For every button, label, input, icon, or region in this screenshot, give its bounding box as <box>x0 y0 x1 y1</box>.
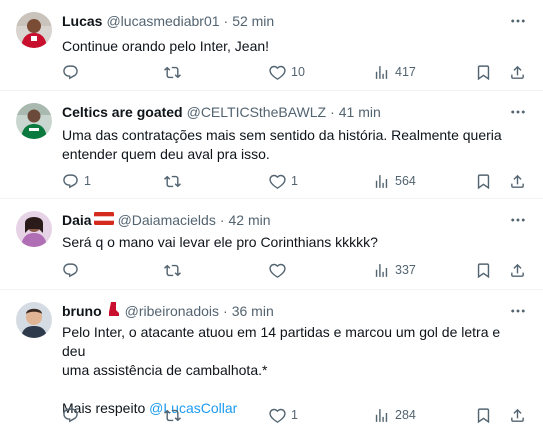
views-icon <box>373 64 390 81</box>
retweet-icon <box>164 64 181 81</box>
views-icon <box>373 262 390 279</box>
tweet-text: Será q o mano vai levar ele pro Corinthi… <box>62 234 378 250</box>
like-button[interactable] <box>269 260 291 280</box>
reply-icon <box>62 64 79 81</box>
share-icon <box>509 64 526 81</box>
retweet-icon <box>164 262 181 279</box>
user-handle[interactable]: @CELTICStheBAWLZ <box>187 103 326 121</box>
user-handle[interactable]: @ribeironadois <box>125 302 219 320</box>
timestamp[interactable]: 36 min <box>232 302 274 320</box>
retweet-button[interactable] <box>164 62 186 82</box>
retweet-icon <box>164 407 181 424</box>
like-icon <box>269 407 286 424</box>
views-count: 284 <box>395 408 416 422</box>
views-icon <box>373 407 390 424</box>
like-button[interactable]: 1 <box>269 405 298 425</box>
share-button[interactable] <box>509 260 526 280</box>
tweet-text: Uma das contratações mais sem sentido da… <box>62 126 521 164</box>
more-icon[interactable] <box>509 103 527 121</box>
bookmark-button[interactable] <box>475 171 492 191</box>
like-count: 1 <box>291 408 298 422</box>
display-name[interactable]: Celtics are goated <box>62 103 183 121</box>
reply-button[interactable] <box>62 405 84 425</box>
views-button[interactable]: 564 <box>373 171 416 191</box>
share-icon <box>509 262 526 279</box>
like-icon <box>269 262 286 279</box>
tweet-text-line: Pelo Inter, o atacante atuou em 14 parti… <box>62 324 501 359</box>
views-count: 337 <box>395 263 416 277</box>
retweet-button[interactable] <box>164 260 186 280</box>
reply-icon <box>62 173 79 190</box>
bookmark-icon <box>475 64 492 81</box>
display-name[interactable]: Daia <box>62 211 92 229</box>
avatar[interactable] <box>16 12 52 48</box>
timestamp[interactable]: 42 min <box>229 211 271 229</box>
tweet[interactable]: Celtics are goated @CELTICStheBAWLZ · 41… <box>0 91 543 199</box>
tweet[interactable]: Daia @Daiamacields · 42 min Será q o man… <box>0 199 543 290</box>
more-icon[interactable] <box>509 302 527 320</box>
bookmark-icon <box>475 173 492 190</box>
separator-dot: · <box>219 212 225 228</box>
retweet-button[interactable] <box>164 171 186 191</box>
views-button[interactable]: 284 <box>373 405 416 425</box>
reply-button[interactable] <box>62 62 84 82</box>
share-button[interactable] <box>509 62 526 82</box>
tweet-text: Pelo Inter, o atacante atuou em 14 parti… <box>62 323 521 418</box>
like-icon <box>269 64 286 81</box>
reply-icon <box>62 262 79 279</box>
separator-dot: · <box>330 104 335 120</box>
like-button[interactable]: 1 <box>269 171 298 191</box>
flag-icon <box>93 211 114 229</box>
share-icon <box>509 173 526 190</box>
reply-count: 1 <box>84 174 91 188</box>
like-icon <box>269 173 286 190</box>
bookmark-icon <box>475 262 492 279</box>
display-name[interactable]: bruno <box>62 302 102 320</box>
reply-button[interactable] <box>62 260 84 280</box>
display-name[interactable]: Lucas <box>62 12 102 30</box>
views-count: 564 <box>395 174 416 188</box>
tweet[interactable]: Lucas @lucasmediabr01 · 52 min Continue … <box>0 0 543 91</box>
tweet-text-line: entender quem deu aval pra isso. <box>62 146 270 162</box>
user-handle[interactable]: @Daiamacields <box>118 211 216 229</box>
red-shoe-icon <box>107 302 119 320</box>
bookmark-button[interactable] <box>475 260 492 280</box>
tweet-text-line: uma assistência de cambalhota.* <box>62 362 268 378</box>
reply-icon <box>62 407 79 424</box>
share-icon <box>509 407 526 424</box>
tweet-text-line: Uma das contratações mais sem sentido da… <box>62 127 502 143</box>
share-button[interactable] <box>509 171 526 191</box>
tweet[interactable]: bruno @ribeironadois · 36 min Pelo Inter… <box>0 290 543 435</box>
retweet-icon <box>164 173 181 190</box>
avatar[interactable] <box>16 211 52 247</box>
reply-button[interactable]: 1 <box>62 171 91 191</box>
more-icon[interactable] <box>509 211 527 229</box>
bookmark-button[interactable] <box>475 405 492 425</box>
bookmark-button[interactable] <box>475 62 492 82</box>
like-count: 1 <box>291 174 298 188</box>
share-button[interactable] <box>509 405 526 425</box>
views-count: 417 <box>395 65 416 79</box>
avatar[interactable] <box>16 103 52 139</box>
avatar[interactable] <box>16 302 52 338</box>
views-button[interactable]: 337 <box>373 260 416 280</box>
bookmark-icon <box>475 407 492 424</box>
like-button[interactable]: 10 <box>269 62 305 82</box>
views-icon <box>373 173 390 190</box>
separator-dot: · <box>223 13 229 29</box>
user-handle[interactable]: @lucasmediabr01 <box>106 12 219 30</box>
timestamp[interactable]: 41 min <box>339 103 381 121</box>
separator-dot: · <box>223 303 228 319</box>
tweet-text: Continue orando pelo Inter, Jean! <box>62 38 270 54</box>
like-count: 10 <box>291 65 305 79</box>
views-button[interactable]: 417 <box>373 62 416 82</box>
retweet-button[interactable] <box>164 405 186 425</box>
more-icon[interactable] <box>509 12 527 30</box>
timestamp[interactable]: 52 min <box>232 12 274 30</box>
